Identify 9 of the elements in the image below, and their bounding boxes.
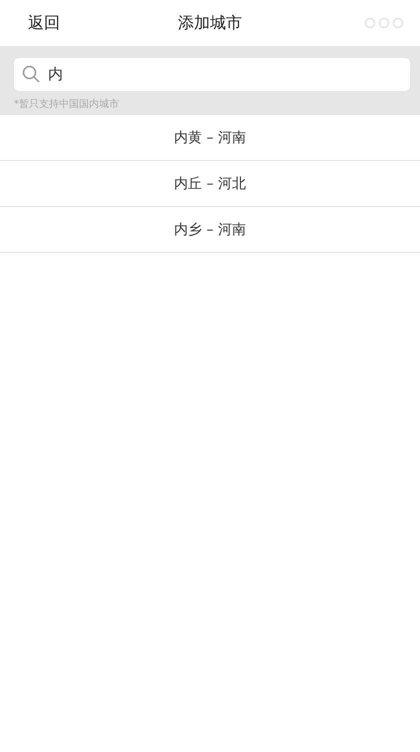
search-field[interactable]: 内 <box>14 58 410 91</box>
page-title: 添加城市 <box>178 12 242 34</box>
search-icon <box>22 65 40 83</box>
city-result[interactable]: 内黄 – 河南 <box>0 115 420 161</box>
hint-text: *暂只支持中国国内城市 <box>14 98 120 111</box>
back-button[interactable]: 返回 <box>28 12 60 34</box>
city-result[interactable]: 内丘 – 河北 <box>0 161 420 207</box>
city-result[interactable]: 内乡 – 河南 <box>0 207 420 253</box>
more-icon[interactable] <box>364 17 404 29</box>
